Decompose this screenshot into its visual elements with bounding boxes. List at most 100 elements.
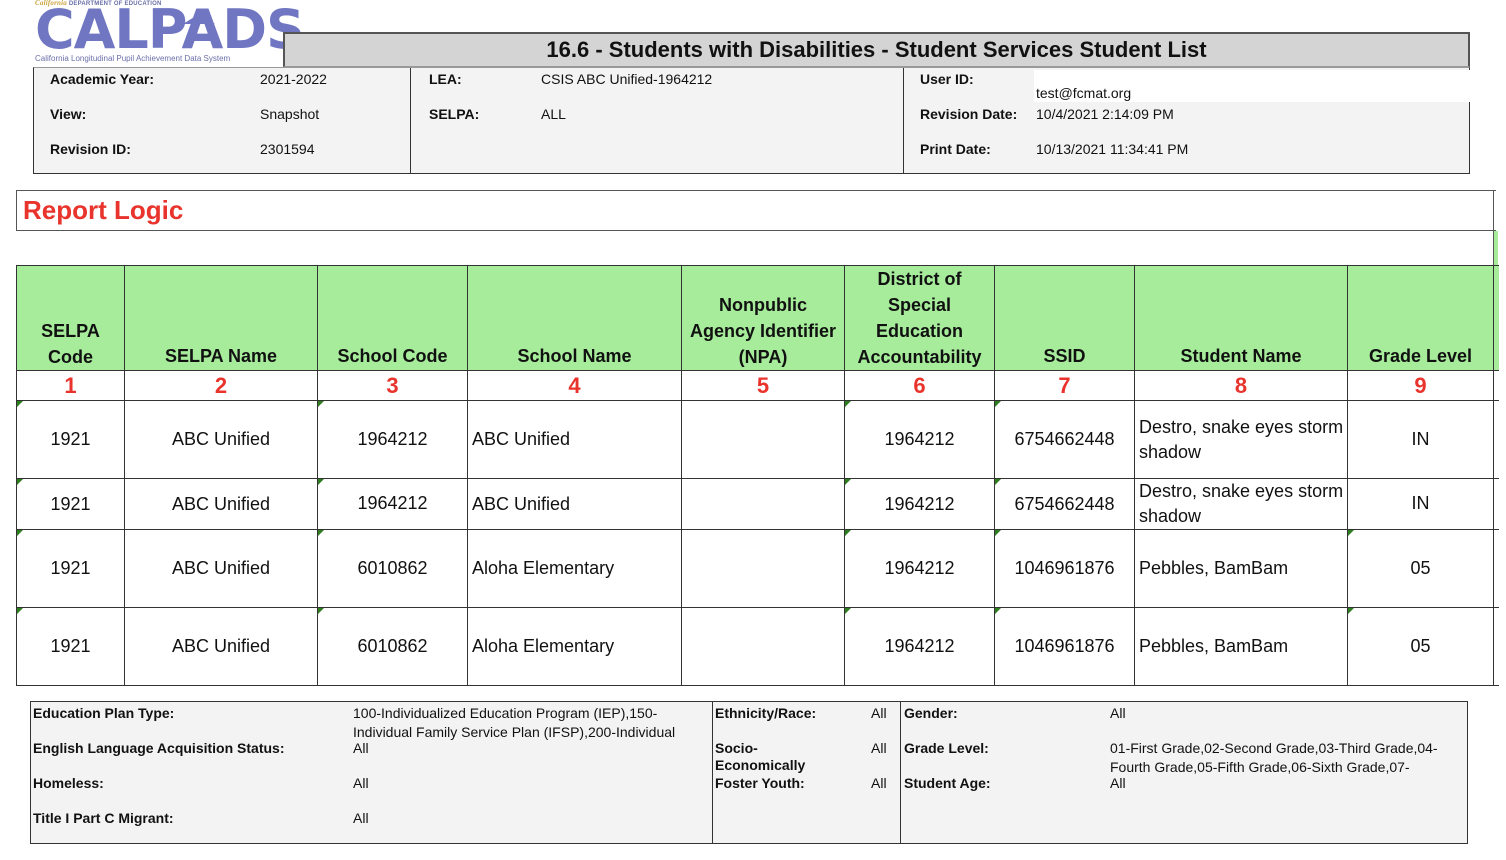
cell-npa <box>681 607 845 686</box>
homeless-label: Homeless: <box>33 775 104 791</box>
report-logic-heading: Report Logic <box>23 195 184 225</box>
cell-selpa-code: 1921 <box>16 478 125 530</box>
filters-column-3: Gender: All Grade Level: 01-First Grade,… <box>901 702 1468 843</box>
column-header-dsea[interactable]: District of Special Education Accountabi… <box>844 265 995 371</box>
cell-selpa-name: ABC Unified <box>124 529 318 608</box>
cell-marker-icon <box>318 608 324 614</box>
column-number: 9 <box>1347 370 1494 401</box>
view-value: Snapshot <box>260 106 320 122</box>
cell-selpa-name: ABC Unified <box>124 478 318 530</box>
cell-marker-icon <box>1348 530 1354 536</box>
cell-selpa-code: 1921 <box>16 400 125 479</box>
cell-dsea: 1964212 <box>844 529 995 608</box>
education-plan-type-value: 100-Individualized Education Program (IE… <box>353 705 676 740</box>
column-number: 3 <box>317 370 468 401</box>
column-number: 7 <box>994 370 1135 401</box>
cell-marker-icon <box>17 530 23 536</box>
column-number: 5 <box>681 370 845 401</box>
info-column-3: User ID: test@fcmat.org Revision Date: 1… <box>904 68 1474 173</box>
cell-grade-level: 05 <box>1347 607 1494 686</box>
cell-dsea: 1964212 <box>844 478 995 530</box>
column-number: 4 <box>467 370 682 401</box>
column-number: 6 <box>844 370 995 401</box>
ethnicity-label: Ethnicity/Race: <box>715 705 817 721</box>
cell-marker-icon <box>845 608 851 614</box>
selpa-value: ALL <box>541 106 566 122</box>
cell-grade-level: 05 <box>1347 529 1494 608</box>
cell-marker-icon <box>17 401 23 407</box>
cell-school-name: Aloha Elementary <box>467 529 682 608</box>
academic-year-label: Academic Year: <box>50 71 155 87</box>
cell-student-name: Destro, snake eyes storm shadow <box>1134 400 1348 479</box>
cell-selpa-code: 1921 <box>16 529 125 608</box>
column-header-npa[interactable]: Nonpublic Agency Identifier (NPA) <box>681 265 845 371</box>
report-info-panel: Academic Year: 2021-2022 View: Snapshot … <box>33 67 1474 174</box>
info-column-1: Academic Year: 2021-2022 View: Snapshot … <box>34 68 411 173</box>
table-edge <box>1493 265 1499 371</box>
print-date-value: 10/13/2021 11:34:41 PM <box>1036 141 1189 157</box>
report-logic-section: Report Logic <box>16 190 1496 231</box>
grade-level-filter-value: 01-First Grade,02-Second Grade,03-Third … <box>1110 740 1438 775</box>
cell-marker-icon <box>318 479 324 485</box>
cell-marker-icon <box>17 608 23 614</box>
column-header-student-name[interactable]: Student Name <box>1134 265 1348 371</box>
table-header-row: SELPA Code SELPA Name School Code School… <box>16 265 1499 371</box>
academic-year-value: 2021-2022 <box>260 71 327 87</box>
calpads-logo: California DEPARTMENT OF EDUCATION CALPA… <box>33 0 305 66</box>
cell-student-name: Destro, snake eyes storm shadow <box>1134 478 1348 530</box>
cell-marker-icon <box>318 530 324 536</box>
lea-label: LEA: <box>429 71 462 87</box>
cell-marker-icon <box>1348 608 1354 614</box>
report-title: 16.6 - Students with Disabilities - Stud… <box>283 32 1470 67</box>
column-header-selpa-name[interactable]: SELPA Name <box>124 265 318 371</box>
ethnicity-value: All <box>871 705 887 721</box>
report-filters-panel: Education Plan Type: 100-Individualized … <box>30 701 1468 844</box>
cell-marker-icon <box>845 530 851 536</box>
cell-marker-icon <box>995 479 1001 485</box>
socio-economic-value: All <box>871 740 887 756</box>
cell-school-code: 6010862 <box>317 529 468 608</box>
filters-column-1: Education Plan Type: 100-Individualized … <box>31 702 713 843</box>
cell-marker-icon <box>845 401 851 407</box>
cell-marker-icon <box>995 530 1001 536</box>
cell-grade-level: IN <box>1347 478 1494 530</box>
cell-school-name: Aloha Elementary <box>467 607 682 686</box>
cell-grade-level: IN <box>1347 400 1494 479</box>
education-plan-type-label: Education Plan Type: <box>33 705 175 721</box>
cell-marker-icon <box>845 479 851 485</box>
revision-date-value: 10/4/2021 2:14:09 PM <box>1036 106 1174 122</box>
cell-dsea: 1964212 <box>844 607 995 686</box>
cell-marker-icon <box>318 401 324 407</box>
table-row[interactable]: 1921 ABC Unified 1964212 ABC Unified 196… <box>16 478 1499 530</box>
cell-school-code: 1964212 <box>317 478 468 530</box>
student-age-label: Student Age: <box>904 775 991 791</box>
table-row[interactable]: 1921 ABC Unified 6010862 Aloha Elementar… <box>16 529 1499 608</box>
cell-ssid: 6754662448 <box>994 400 1135 479</box>
table-edge <box>1493 529 1499 608</box>
user-id-label: User ID: <box>920 71 974 87</box>
cell-school-name: ABC Unified <box>467 478 682 530</box>
foster-youth-label: Foster Youth: <box>715 775 805 791</box>
gender-label: Gender: <box>904 705 958 721</box>
cell-marker-icon <box>995 608 1001 614</box>
table-row[interactable]: 1921 ABC Unified 6010862 Aloha Elementar… <box>16 607 1499 686</box>
column-header-school-name[interactable]: School Name <box>467 265 682 371</box>
homeless-value: All <box>353 775 369 791</box>
student-age-value: All <box>1110 775 1126 791</box>
cell-marker-icon <box>995 401 1001 407</box>
migrant-label: Title I Part C Migrant: <box>33 810 174 826</box>
cell-selpa-name: ABC Unified <box>124 400 318 479</box>
cell-selpa-name: ABC Unified <box>124 607 318 686</box>
column-number: 2 <box>124 370 318 401</box>
green-edge-strip <box>1494 231 1498 265</box>
column-header-school-code[interactable]: School Code <box>317 265 468 371</box>
cell-ssid: 6754662448 <box>994 478 1135 530</box>
cell-student-name: Pebbles, BamBam <box>1134 529 1348 608</box>
column-header-ssid[interactable]: SSID <box>994 265 1135 371</box>
table-row[interactable]: 1921 ABC Unified 1964212 ABC Unified 196… <box>16 400 1499 479</box>
column-header-grade-level[interactable]: Grade Level <box>1347 265 1494 371</box>
filters-column-2: Ethnicity/Race: All Socio-Economically A… <box>713 702 901 843</box>
column-header-selpa-code[interactable]: SELPA Code <box>16 265 125 371</box>
cell-ssid: 1046961876 <box>994 607 1135 686</box>
logo-wordmark: CALPADS <box>35 0 305 61</box>
